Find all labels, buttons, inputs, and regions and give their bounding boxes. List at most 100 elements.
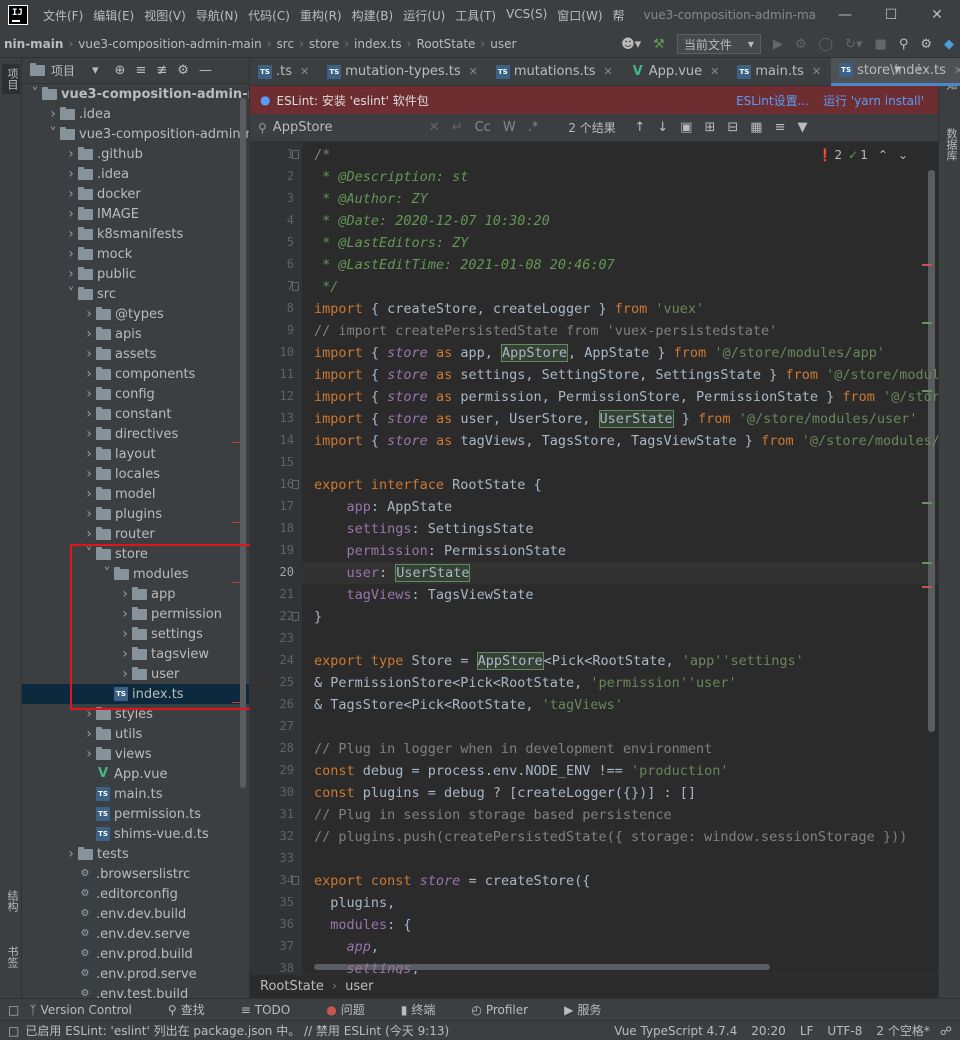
menu-item[interactable]: 代码(C)	[243, 7, 295, 24]
editor-tab[interactable]: TS main.ts ✕	[729, 58, 831, 86]
fold-marker-icon[interactable]	[292, 150, 299, 159]
chevron-right-icon[interactable]: ›	[82, 346, 96, 362]
close-icon[interactable]: ✕	[469, 65, 478, 78]
tree-folder[interactable]: › components	[22, 364, 249, 384]
menu-item[interactable]: 重构(R)	[295, 7, 347, 24]
chevron-right-icon[interactable]: ›	[64, 146, 78, 162]
tab-database[interactable]: 数据库	[941, 124, 959, 165]
close-icon[interactable]: ✕	[954, 64, 960, 77]
fold-marker-icon[interactable]	[292, 876, 299, 885]
tree-file[interactable]: ⚙ .env.prod.serve	[22, 964, 249, 984]
tree-folder[interactable]: › assets	[22, 344, 249, 364]
settings-gear-icon[interactable]: ⚙	[914, 37, 938, 52]
tree-folder[interactable]: › public	[22, 264, 249, 284]
user-icon[interactable]: ☻▾	[615, 37, 647, 52]
tab-structure[interactable]: 结构	[2, 886, 20, 916]
find-input[interactable]: AppStore	[273, 120, 423, 135]
error-stripe-mark[interactable]	[922, 322, 932, 324]
chevron-right-icon[interactable]: ›	[82, 326, 96, 342]
collapse-all-icon[interactable]: ≢	[151, 63, 172, 78]
build-hammer-icon[interactable]: ⚒	[647, 37, 671, 52]
error-stripe-mark[interactable]	[922, 586, 932, 588]
editor-tab[interactable]: TS mutation-types.ts ✕	[319, 58, 488, 86]
tree-folder[interactable]: › views	[22, 744, 249, 764]
coverage-icon[interactable]: ◯	[813, 37, 840, 52]
intellij-logo[interactable]: IJ	[8, 5, 28, 25]
tree-folder[interactable]: › utils	[22, 724, 249, 744]
line-separator[interactable]: LF	[800, 1024, 814, 1038]
tree-file[interactable]: TS permission.ts	[22, 804, 249, 824]
select-all-occurrences-icon[interactable]: ▦	[744, 120, 768, 135]
arrow-up-icon[interactable]: ↑	[628, 120, 651, 135]
error-stripe-mark[interactable]	[922, 390, 932, 392]
status-panel-icon[interactable]: □	[8, 1024, 19, 1038]
tree-folder[interactable]: › layout	[22, 444, 249, 464]
debug-icon[interactable]: ⚙	[789, 37, 813, 52]
problems-tab[interactable]: ● 问题	[326, 1001, 383, 1018]
chevron-right-icon[interactable]: ›	[82, 366, 96, 382]
error-stripe-mark[interactable]	[922, 264, 932, 266]
chevron-down-icon[interactable]: ˅	[46, 126, 60, 142]
tree-folder[interactable]: › .idea	[22, 104, 249, 124]
error-stripe-mark[interactable]	[922, 562, 932, 564]
chevron-right-icon[interactable]: ›	[82, 386, 96, 402]
chevron-right-icon[interactable]: ›	[82, 526, 96, 542]
tree-file[interactable]: ⚙ .env.test.build	[22, 984, 249, 999]
breadcrumb-item[interactable]: src	[273, 37, 299, 51]
add-occurrence-icon[interactable]: ⊞	[698, 120, 721, 135]
filter-icon[interactable]: ▼	[791, 120, 813, 135]
breadcrumb-item[interactable]: nin-main	[0, 37, 67, 51]
profiler-tab[interactable]: ◴ Profiler	[471, 1003, 546, 1017]
yarn-install-link[interactable]: 运行 'yarn install'	[823, 92, 924, 109]
tree-folder[interactable]: › config	[22, 384, 249, 404]
match-case-toggle[interactable]: Cc	[469, 120, 497, 135]
inspection-widget[interactable]: ❗ 2 ✓ 1 ⌃ ⌄	[818, 148, 908, 162]
menu-item[interactable]: VCS(S)	[501, 7, 552, 24]
clear-icon[interactable]: ✕	[423, 120, 446, 135]
search-icon[interactable]: ⚲	[893, 37, 915, 52]
chevron-right-icon[interactable]: ›	[82, 426, 96, 442]
breadcrumb-item[interactable]: user	[486, 37, 520, 51]
run-config-select[interactable]: 当前文件 ▾	[676, 34, 761, 54]
profile-icon[interactable]: ↻▾	[839, 37, 868, 52]
tab-bookmarks[interactable]: 书签	[2, 942, 20, 972]
tree-file[interactable]: ⚙ .env.prod.build	[22, 944, 249, 964]
menu-item[interactable]: 文件(F)	[38, 7, 88, 24]
code-editor[interactable]: ❗ 2 ✓ 1 ⌃ ⌄ /* * @Description: st * @Author…	[302, 142, 938, 974]
tree-folder[interactable]: › k8smanifests	[22, 224, 249, 244]
menu-item[interactable]: 帮	[608, 7, 630, 24]
expand-all-icon[interactable]: ≡	[130, 63, 151, 78]
chevron-down-icon[interactable]: ⌄	[898, 148, 908, 162]
language-service[interactable]: Vue TypeScript 4.7.4	[614, 1024, 737, 1038]
tree-folder[interactable]: › tests	[22, 844, 249, 864]
todo-tab[interactable]: ≡ TODO	[241, 1003, 309, 1017]
close-icon[interactable]: ✕	[603, 65, 612, 78]
tree-file[interactable]: V App.vue	[22, 764, 249, 784]
eslint-settings-link[interactable]: ESLint设置...	[736, 92, 809, 109]
select-all-icon[interactable]: ▣	[674, 120, 698, 135]
tree-folder[interactable]: › apis	[22, 324, 249, 344]
tree-file[interactable]: ⚙ .browserslistrc	[22, 864, 249, 884]
chevron-right-icon[interactable]: ›	[64, 166, 78, 182]
terminal-tab[interactable]: ▮ 终端	[401, 1001, 454, 1018]
chevron-right-icon[interactable]: ›	[82, 726, 96, 742]
services-tab[interactable]: ▶ 服务	[564, 1001, 619, 1018]
tree-file[interactable]: ⚙ .env.dev.build	[22, 904, 249, 924]
code-breadcrumb-item[interactable]: RootState	[260, 979, 324, 994]
close-icon[interactable]: ✕	[710, 65, 719, 78]
status-message[interactable]: 已启用 ESLint: 'eslint' 列出在 package.json 中。…	[25, 1022, 449, 1039]
chevron-right-icon[interactable]: ›	[82, 446, 96, 462]
plugin-icon[interactable]: ◆	[938, 37, 960, 52]
tree-file[interactable]: TS main.ts	[22, 784, 249, 804]
tree-folder[interactable]: › mock	[22, 244, 249, 264]
maximize-icon[interactable]: ☐	[868, 0, 914, 30]
project-title[interactable]: 项目	[51, 62, 75, 79]
menu-item[interactable]: 运行(U)	[398, 7, 450, 24]
in-selection-icon[interactable]: ≡	[769, 120, 792, 135]
tree-folder[interactable]: › directives	[22, 424, 249, 444]
tree-folder[interactable]: › model	[22, 484, 249, 504]
menu-item[interactable]: 构建(B)	[347, 7, 399, 24]
caret-position[interactable]: 20:20	[751, 1024, 786, 1038]
tree-folder[interactable]: ˅ vue3-composition-admin-mai	[22, 84, 250, 104]
chevron-right-icon[interactable]: ›	[82, 406, 96, 422]
